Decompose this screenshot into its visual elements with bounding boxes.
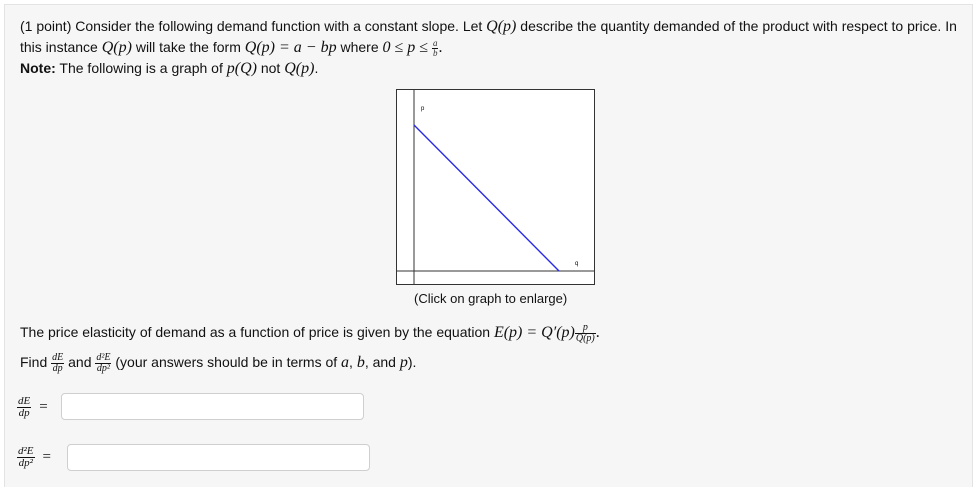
math-Qp-2: Q(p) [101,39,132,56]
math-Qp-3: Q(p) [284,60,315,77]
find-text: Find [20,354,48,371]
answer-2-fraction: d²E dp² [17,445,35,469]
d2E-dp2-fraction: d²E dp² [95,352,112,374]
math-range: 0 ≤ p ≤ [382,39,429,56]
answer-2-input[interactable] [67,444,370,471]
p-over-Qp-fraction: p Q(p) [574,322,596,344]
math-form-expr: Q(p) = a − bp [244,39,337,56]
problem-line-2: this instance Q(p) will take the form Q(… [20,37,443,58]
answer-1-label: dE dp = [17,395,48,419]
math-pQ: p(Q) [226,60,257,77]
points-label: (1 point) [20,18,72,34]
where-text: where [340,39,379,55]
answer-1-fraction: dE dp [17,395,32,419]
note-label: Note: [20,60,56,76]
graph-caption: (Click on graph to enlarge) [414,291,568,306]
line2-text: this instance [20,39,98,55]
answer-1-input[interactable] [61,393,364,420]
note-text: The following is a graph of [59,60,223,76]
intro-text: Consider the following demand function w… [75,18,483,34]
demand-graph-svg: p q [397,90,594,284]
note-not: not [260,60,281,76]
math-Qp: Q(p) [486,18,517,35]
math-elasticity-expr: E(p) = Q′(p) [493,324,575,342]
elasticity-text: The price elasticity of demand as a func… [20,324,491,341]
elasticity-line: The price elasticity of demand as a func… [20,322,600,344]
dE-dp-fraction: dE dp [51,352,65,374]
problem-panel: (1 point) Consider the following demand … [4,4,973,487]
demand-graph[interactable]: p q [396,89,595,285]
note-line: Note: The following is a graph of p(Q) n… [20,60,319,77]
p-axis-label: p [421,106,425,112]
instruction-line: Find dE dp and d²E dp² (your answers shoul… [20,352,417,374]
line2-text-2: will take the form [135,39,241,55]
problem-line-1: (1 point) Consider the following demand … [20,17,957,36]
intro-text-2: describe the quantity demanded of the pr… [520,18,957,34]
instruction-tail: (your answers should be in terms of [115,354,338,371]
demand-line [413,124,560,272]
and-text: and [68,354,92,371]
q-axis-label: q [575,261,578,267]
answer-2-label: d²E dp² = [17,445,51,469]
